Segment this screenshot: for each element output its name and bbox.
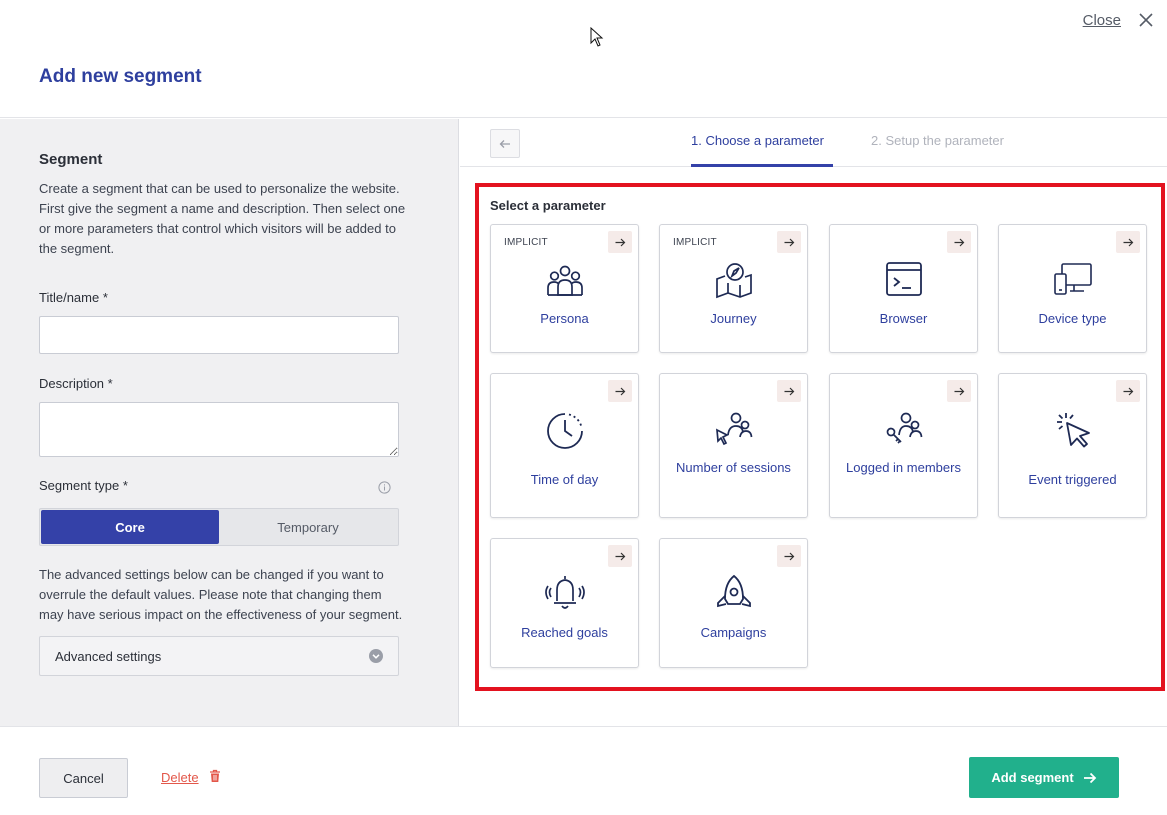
- segment-form-panel: Segment Create a segment that can be use…: [0, 119, 459, 726]
- campaigns-icon: [716, 574, 751, 608]
- advanced-settings-accordion[interactable]: Advanced settings: [39, 636, 399, 676]
- arrow-right-icon: [777, 231, 801, 253]
- add-segment-label: Add segment: [991, 770, 1074, 785]
- parameter-card-event-triggered[interactable]: Event triggered: [998, 373, 1147, 518]
- description-label: Description *: [39, 376, 113, 391]
- arrow-right-icon: [947, 380, 971, 402]
- implicit-tag: IMPLICIT: [504, 237, 548, 248]
- parameter-card-number-of-sessions[interactable]: Number of sessions: [659, 373, 808, 518]
- tab-setup-parameter[interactable]: 2. Setup the parameter: [871, 133, 1004, 148]
- arrow-right-icon: [1116, 380, 1140, 402]
- implicit-tag: IMPLICIT: [673, 237, 717, 248]
- parameter-name: Persona: [540, 311, 589, 326]
- title-input[interactable]: [39, 316, 399, 354]
- close-icon[interactable]: [1137, 11, 1155, 29]
- parameter-name: Number of sessions: [676, 460, 791, 475]
- number-of-sessions-icon: [715, 412, 752, 446]
- arrow-right-icon: [1083, 772, 1096, 783]
- parameter-card-logged-in-members[interactable]: Logged in members: [829, 373, 978, 518]
- segment-description-text: Create a segment that can be used to per…: [39, 181, 406, 256]
- segment-type-core[interactable]: Core: [41, 510, 219, 544]
- parameter-name: Time of day: [530, 472, 599, 487]
- close-link[interactable]: Close: [1083, 12, 1121, 29]
- info-icon[interactable]: [378, 481, 391, 494]
- add-segment-button[interactable]: Add segment: [969, 757, 1119, 798]
- tab-choose-parameter[interactable]: 1. Choose a parameter: [691, 133, 824, 148]
- journey-icon: [715, 263, 752, 299]
- parameter-name: Reached goals: [521, 625, 608, 640]
- parameter-card-time-of-day[interactable]: Time of day: [490, 373, 639, 518]
- parameter-name: Event triggered: [1028, 472, 1117, 487]
- advanced-settings-label: Advanced settings: [55, 648, 162, 664]
- chevron-down-icon: [369, 649, 383, 663]
- parameter-name: Campaigns: [700, 625, 767, 640]
- parameter-name: Journey: [710, 311, 757, 326]
- arrow-right-icon: [608, 231, 632, 253]
- arrow-left-icon: [499, 139, 510, 148]
- modal-header: Add new segment Close: [0, 0, 1167, 118]
- persona-icon: [546, 265, 583, 296]
- segment-type-temporary[interactable]: Temporary: [219, 510, 397, 544]
- parameter-card-campaigns[interactable]: Campaigns: [659, 538, 808, 668]
- delete-link[interactable]: Delete: [161, 770, 199, 785]
- time-of-day-icon: [546, 413, 583, 449]
- steps-bar: 1. Choose a parameter 2. Setup the param…: [460, 119, 1167, 167]
- modal-footer: Cancel Delete Add segment: [0, 726, 1167, 815]
- parameter-name: Logged in members: [846, 460, 961, 475]
- logged-in-members-icon: [886, 412, 922, 444]
- event-triggered-icon: [1056, 413, 1090, 448]
- parameter-card-browser[interactable]: Browser: [829, 224, 978, 353]
- arrow-right-icon: [947, 231, 971, 253]
- trash-icon[interactable]: [209, 769, 221, 783]
- back-button[interactable]: [490, 129, 520, 158]
- reached-goals-icon: [544, 576, 585, 609]
- select-parameter-label: Select a parameter: [490, 198, 606, 213]
- arrow-right-icon: [777, 380, 801, 402]
- segment-type-toggle: Core Temporary: [39, 508, 399, 546]
- mouse-cursor-icon: [590, 27, 604, 47]
- parameter-card-reached-goals[interactable]: Reached goals: [490, 538, 639, 668]
- page-title: Add new segment: [39, 66, 202, 87]
- active-step-indicator: [691, 164, 833, 167]
- arrow-right-icon: [1116, 231, 1140, 253]
- parameter-card-journey[interactable]: IMPLICIT Journey: [659, 224, 808, 353]
- parameter-name: Device type: [1038, 311, 1107, 326]
- segment-heading: Segment: [39, 151, 103, 168]
- arrow-right-icon: [608, 380, 632, 402]
- cancel-button[interactable]: Cancel: [39, 758, 128, 798]
- parameter-name: Browser: [879, 311, 928, 326]
- arrow-right-icon: [777, 545, 801, 567]
- parameter-card-persona[interactable]: IMPLICIT Persona: [490, 224, 639, 353]
- segment-type-label: Segment type *: [39, 478, 128, 493]
- title-label: Title/name *: [39, 290, 108, 305]
- browser-icon: [885, 262, 922, 296]
- parameter-card-device-type[interactable]: Device type: [998, 224, 1147, 353]
- arrow-right-icon: [608, 545, 632, 567]
- advanced-settings-note: The advanced settings below can be chang…: [39, 567, 403, 622]
- device-type-icon: [1053, 263, 1092, 295]
- description-textarea[interactable]: [39, 402, 399, 457]
